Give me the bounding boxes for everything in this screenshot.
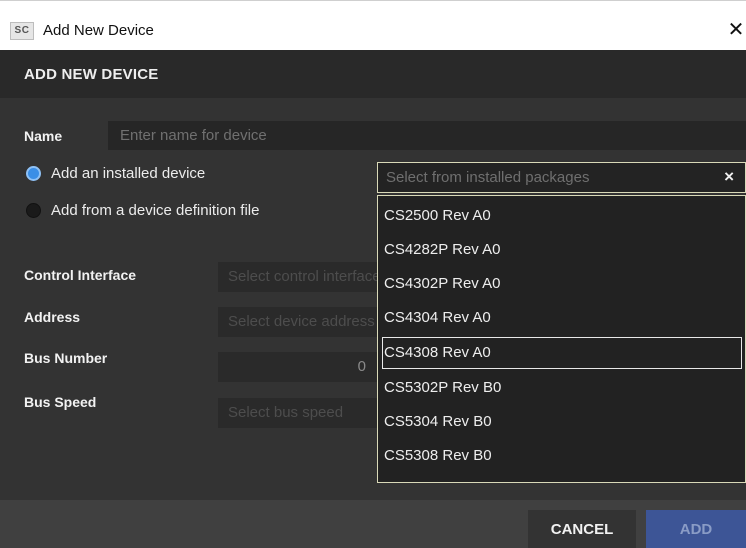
radio-installed-device[interactable]: Add an installed device <box>26 163 205 183</box>
package-option[interactable]: CS5302P Rev B0 <box>382 372 742 404</box>
address-label: Address <box>24 309 81 325</box>
package-option[interactable]: CS4302P Rev A0 <box>382 268 742 300</box>
address-select[interactable]: Select device address <box>218 307 378 337</box>
package-option[interactable]: CS5308 Rev B0 <box>382 440 742 472</box>
clear-selection-icon[interactable]: × <box>724 167 734 187</box>
bus-number-label: Bus Number <box>24 350 108 366</box>
package-dropdown-list: CS2500 Rev A0 CS4282P Rev A0 CS4302P Rev… <box>377 195 746 483</box>
cancel-button[interactable]: CANCEL <box>528 510 636 548</box>
control-interface-select[interactable]: Select control interface <box>218 262 378 292</box>
add-button[interactable]: ADD <box>646 510 746 548</box>
radio-installed-label: Add an installed device <box>51 164 206 182</box>
bus-number-input[interactable]: 0 <box>218 352 378 382</box>
name-label: Name <box>24 128 63 144</box>
device-name-input[interactable] <box>108 121 746 150</box>
radio-definition-label: Add from a device definition file <box>51 201 260 219</box>
package-option[interactable]: CS4304 Rev A0 <box>382 302 742 334</box>
window-title-bar: SC Add New Device ✕ <box>0 0 746 50</box>
window-close-icon[interactable]: ✕ <box>726 19 746 41</box>
window-title: Add New Device <box>43 22 154 39</box>
dialog-header: ADD NEW DEVICE <box>0 50 746 98</box>
dialog-heading: ADD NEW DEVICE <box>24 66 159 83</box>
package-option[interactable]: CS4282P Rev A0 <box>382 234 742 266</box>
package-select-input[interactable]: Select from installed packages × <box>377 162 746 193</box>
bus-speed-select[interactable]: Select bus speed <box>218 398 378 428</box>
app-icon: SC <box>10 22 34 40</box>
add-device-dialog: ADD NEW DEVICE Name Add an installed dev… <box>0 50 746 548</box>
package-option[interactable]: CS5304 Rev B0 <box>382 406 742 438</box>
package-option-highlighted[interactable]: CS4308 Rev A0 <box>382 337 742 369</box>
radio-selected-icon[interactable] <box>26 165 41 181</box>
radio-definition-file[interactable]: Add from a device definition file <box>26 200 259 220</box>
bus-speed-label: Bus Speed <box>24 394 97 410</box>
package-select-placeholder: Select from installed packages <box>386 169 590 186</box>
package-option[interactable]: CS2500 Rev A0 <box>382 200 742 232</box>
radio-unselected-icon[interactable] <box>26 202 41 218</box>
control-interface-label: Control Interface <box>24 267 137 283</box>
